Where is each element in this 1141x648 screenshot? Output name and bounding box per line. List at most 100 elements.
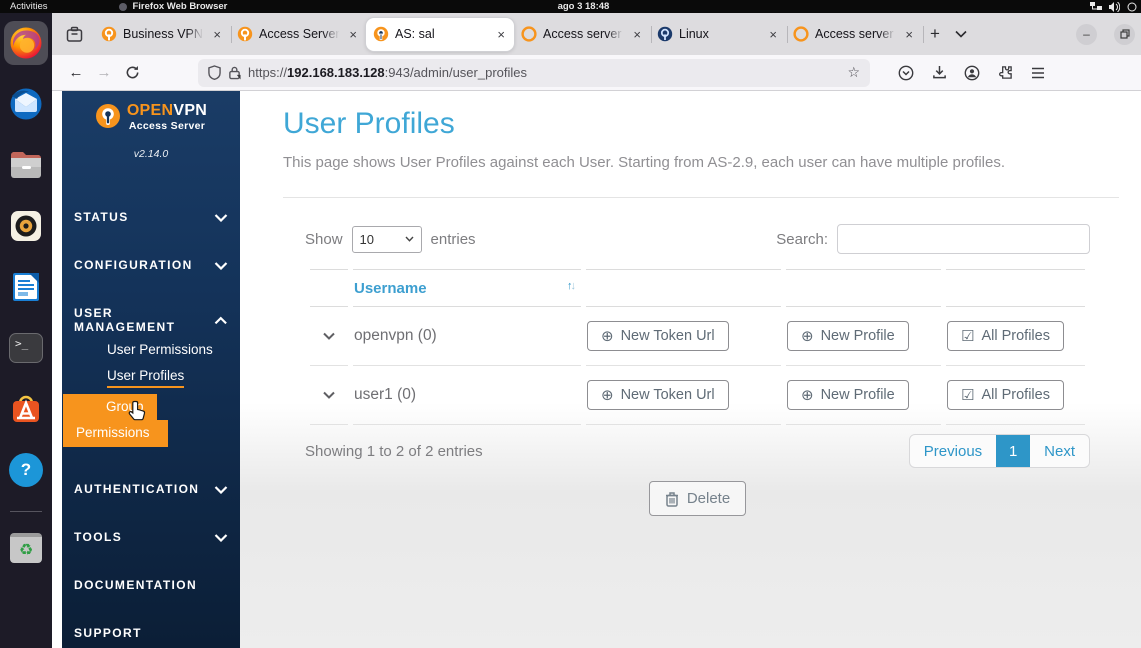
openvpn-sidebar: OPENVPN Access Server v2.14.0 STATUS CON… bbox=[62, 91, 240, 648]
tab-close-icon[interactable]: × bbox=[347, 27, 359, 42]
button-label: Delete bbox=[686, 490, 731, 507]
new-token-url-button[interactable]: ⊕ New Token Url bbox=[587, 321, 729, 351]
new-tab-button[interactable]: + bbox=[922, 21, 948, 47]
username-cell: openvpn (0) bbox=[353, 307, 581, 366]
sidebar-item-status[interactable]: STATUS bbox=[74, 210, 228, 224]
all-profiles-button[interactable]: ☑ All Profiles bbox=[947, 321, 1064, 351]
tab-close-icon[interactable]: × bbox=[767, 27, 779, 42]
clock[interactable]: ago 3 18:48 bbox=[558, 1, 610, 12]
sidebar-item-label: USER MANAGEMENT bbox=[74, 306, 176, 334]
tab-as-sal-active[interactable]: AS: sal × bbox=[366, 17, 514, 51]
chevron-down-icon bbox=[214, 485, 228, 494]
minimize-button[interactable]: – bbox=[1076, 23, 1097, 45]
list-all-tabs-button[interactable] bbox=[948, 21, 974, 47]
sidebar-item-configuration[interactable]: CONFIGURATION bbox=[74, 258, 228, 272]
button-label: New Profile bbox=[820, 387, 895, 403]
tab-close-icon[interactable]: × bbox=[211, 27, 223, 42]
chevron-down-icon bbox=[323, 391, 335, 399]
user-profiles-table: Username ↑↓ openvpn (0) ⊕ New Token Url … bbox=[305, 269, 1090, 425]
row-expander[interactable] bbox=[310, 307, 348, 366]
dock-firefox[interactable] bbox=[4, 21, 48, 65]
lock-insecure-icon[interactable] bbox=[228, 65, 241, 80]
sidebar-item-label: STATUS bbox=[74, 210, 129, 224]
trash-icon bbox=[665, 491, 678, 507]
sidebar-item-user-profiles[interactable]: User Profiles bbox=[107, 368, 185, 388]
chevron-down-icon bbox=[214, 261, 228, 270]
sidebar-item-user-management[interactable]: USER MANAGEMENT bbox=[74, 306, 228, 334]
sidebar-item-group-permissions[interactable]: Group Permissions bbox=[63, 394, 168, 447]
restore-button[interactable] bbox=[1114, 23, 1135, 45]
extensions-button[interactable] bbox=[991, 59, 1019, 87]
all-profiles-button[interactable]: ☑ All Profiles bbox=[947, 380, 1064, 410]
firefox-view-button[interactable] bbox=[62, 22, 86, 46]
dock-ubuntu-software[interactable] bbox=[4, 387, 48, 431]
url-scheme: https:// bbox=[248, 65, 288, 80]
forward-button[interactable]: → bbox=[90, 59, 118, 87]
shield-icon[interactable] bbox=[208, 65, 221, 80]
group-permissions-line2: Permissions bbox=[63, 419, 168, 447]
bookmark-star-icon[interactable]: ☆ bbox=[847, 64, 860, 81]
tab-linux[interactable]: Linux × bbox=[650, 18, 788, 51]
page-title: User Profiles bbox=[283, 107, 455, 140]
sidebar-item-support[interactable]: SUPPORT bbox=[74, 626, 228, 640]
username-column-header[interactable]: Username ↑↓ bbox=[353, 269, 581, 307]
dock-terminal[interactable]: >_ bbox=[4, 326, 48, 370]
sidebar-item-tools[interactable]: TOOLS bbox=[74, 530, 228, 544]
sidebar-item-label: DOCUMENTATION bbox=[74, 578, 198, 592]
power-icon bbox=[1127, 2, 1137, 11]
dock: >_ ? ♻ bbox=[0, 13, 52, 648]
thunderbird-icon bbox=[10, 88, 42, 120]
sidebar-item-authentication[interactable]: AUTHENTICATION bbox=[74, 482, 228, 496]
system-tray[interactable] bbox=[1090, 0, 1137, 13]
dock-rhythmbox[interactable] bbox=[4, 204, 48, 248]
plus-circle-icon: ⊕ bbox=[801, 386, 814, 404]
entries-select[interactable]: 10 bbox=[351, 225, 422, 253]
tab-close-icon[interactable]: × bbox=[495, 27, 507, 42]
tab-access-server-2[interactable]: Access server × bbox=[514, 18, 652, 51]
sort-icons[interactable]: ↑↓ bbox=[567, 280, 576, 292]
pagination-page-1[interactable]: 1 bbox=[996, 435, 1031, 467]
tab-close-icon[interactable]: × bbox=[631, 27, 643, 42]
dock-help[interactable]: ? bbox=[4, 448, 48, 492]
delete-button[interactable]: Delete bbox=[648, 481, 747, 516]
focused-app-menu[interactable]: Firefox Web Browser bbox=[119, 1, 227, 12]
openvpn-favicon bbox=[373, 26, 389, 42]
trash-icon: ♻ bbox=[10, 533, 42, 563]
new-token-url-button[interactable]: ⊕ New Token Url bbox=[587, 380, 729, 410]
pagination-previous[interactable]: Previous bbox=[910, 435, 996, 467]
button-label: New Token Url bbox=[620, 387, 715, 403]
reload-icon bbox=[126, 65, 138, 79]
chevron-down-icon bbox=[214, 533, 228, 542]
tab-close-icon[interactable]: × bbox=[903, 27, 915, 42]
new-profile-button[interactable]: ⊕ New Profile bbox=[787, 380, 909, 410]
chevron-up-icon bbox=[215, 316, 228, 324]
linux-favicon bbox=[657, 26, 673, 42]
focused-app-label: Firefox Web Browser bbox=[132, 1, 228, 12]
dock-trash[interactable]: ♻ bbox=[4, 526, 48, 570]
downloads-button[interactable] bbox=[925, 59, 953, 87]
pagination-next[interactable]: Next bbox=[1030, 435, 1089, 467]
chevron-down-icon bbox=[214, 213, 228, 222]
new-profile-button[interactable]: ⊕ New Profile bbox=[787, 321, 909, 351]
tab-business-vpn[interactable]: Business VPN × bbox=[94, 18, 232, 51]
sidebar-item-documentation[interactable]: DOCUMENTATION bbox=[74, 578, 228, 592]
tab-access-server-3[interactable]: Access server × bbox=[786, 18, 924, 51]
pocket-button[interactable] bbox=[892, 59, 920, 87]
tab-title: AS: sal bbox=[395, 27, 435, 41]
search-input[interactable] bbox=[837, 224, 1090, 254]
activities-button[interactable]: Activities bbox=[0, 1, 57, 12]
dock-files[interactable] bbox=[4, 143, 48, 187]
sidebar-item-user-permissions[interactable]: User Permissions bbox=[107, 342, 213, 357]
reload-button[interactable] bbox=[118, 59, 146, 87]
back-button[interactable]: ← bbox=[62, 59, 90, 87]
row-expander[interactable] bbox=[310, 366, 348, 425]
tab-access-server-1[interactable]: Access Server × bbox=[230, 18, 368, 51]
dock-thunderbird[interactable] bbox=[4, 82, 48, 126]
sidebar-item-label: TOOLS bbox=[74, 530, 123, 544]
openvpn-logo[interactable]: OPENVPN Access Server bbox=[62, 103, 240, 132]
dock-libreoffice-writer[interactable] bbox=[4, 265, 48, 309]
menu-button[interactable] bbox=[1024, 59, 1052, 87]
expander-column-header bbox=[310, 269, 348, 307]
url-bar[interactable]: https://192.168.183.128:943/admin/user_p… bbox=[198, 58, 870, 87]
account-button[interactable] bbox=[958, 59, 986, 87]
